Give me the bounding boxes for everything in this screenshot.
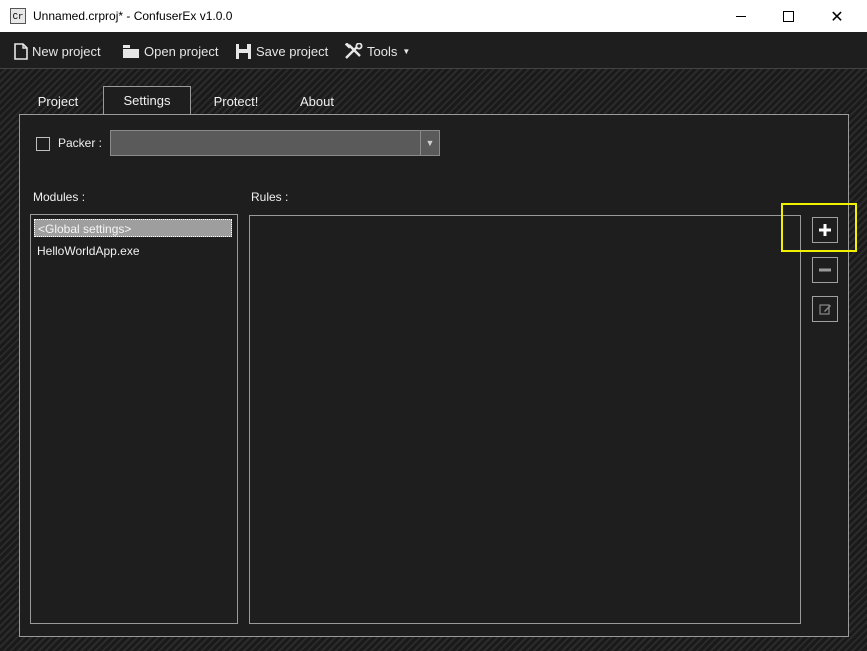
packer-label: Packer : xyxy=(58,136,103,150)
tools-menu-button[interactable]: Tools ▼ xyxy=(344,41,410,61)
save-project-label: Save project xyxy=(256,43,329,59)
app-icon: Cr xyxy=(10,8,26,24)
module-item-helloworldapp[interactable]: HelloWorldApp.exe xyxy=(34,242,140,260)
module-item-global-settings[interactable]: <Global settings> xyxy=(34,219,232,237)
save-project-button[interactable]: Save project xyxy=(235,41,328,61)
tools-label: Tools xyxy=(367,43,398,59)
tab-settings[interactable]: Settings xyxy=(103,86,191,116)
open-project-button[interactable]: Open project xyxy=(122,41,218,61)
toolbar: New project Open project Save project To… xyxy=(0,32,867,69)
tab-about[interactable]: About xyxy=(284,90,350,114)
save-icon xyxy=(236,43,251,59)
tab-protect[interactable]: Protect! xyxy=(196,90,276,114)
tab-project[interactable]: Project xyxy=(20,90,96,114)
tools-icon xyxy=(344,42,363,59)
rules-list[interactable] xyxy=(249,215,801,624)
open-project-label: Open project xyxy=(144,43,219,59)
packer-checkbox[interactable] xyxy=(36,137,50,151)
chevron-down-icon: ▼ xyxy=(402,46,411,56)
title-bar: Cr Unnamed.crproj* - ConfuserEx v1.0.0 ✕ xyxy=(0,0,867,32)
maximize-button[interactable] xyxy=(765,0,811,32)
modules-list[interactable]: <Global settings> HelloWorldApp.exe xyxy=(30,214,238,624)
highlight-box xyxy=(781,203,857,252)
maximize-icon xyxy=(782,10,794,22)
window-title: Unnamed.crproj* - ConfuserEx v1.0.0 xyxy=(33,9,233,23)
close-button[interactable]: ✕ xyxy=(814,0,860,32)
minus-icon xyxy=(819,268,831,272)
close-icon: ✕ xyxy=(830,6,844,26)
rules-label: Rules : xyxy=(251,190,289,204)
folder-icon xyxy=(123,44,139,58)
new-project-button[interactable]: New project xyxy=(14,41,101,61)
modules-label: Modules : xyxy=(33,190,86,204)
dropdown-arrow-icon[interactable]: ▼ xyxy=(420,131,439,155)
minimize-icon xyxy=(736,15,746,17)
remove-rule-button[interactable] xyxy=(812,257,838,283)
packer-select[interactable]: ▼ xyxy=(110,130,440,156)
settings-panel: Packer : ▼ Modules : Rules : <Global set… xyxy=(19,114,849,637)
edit-icon xyxy=(818,303,831,315)
minimize-button[interactable] xyxy=(718,0,764,32)
edit-rule-button[interactable] xyxy=(812,296,838,322)
new-file-icon xyxy=(14,42,28,60)
new-project-label: New project xyxy=(32,43,101,59)
